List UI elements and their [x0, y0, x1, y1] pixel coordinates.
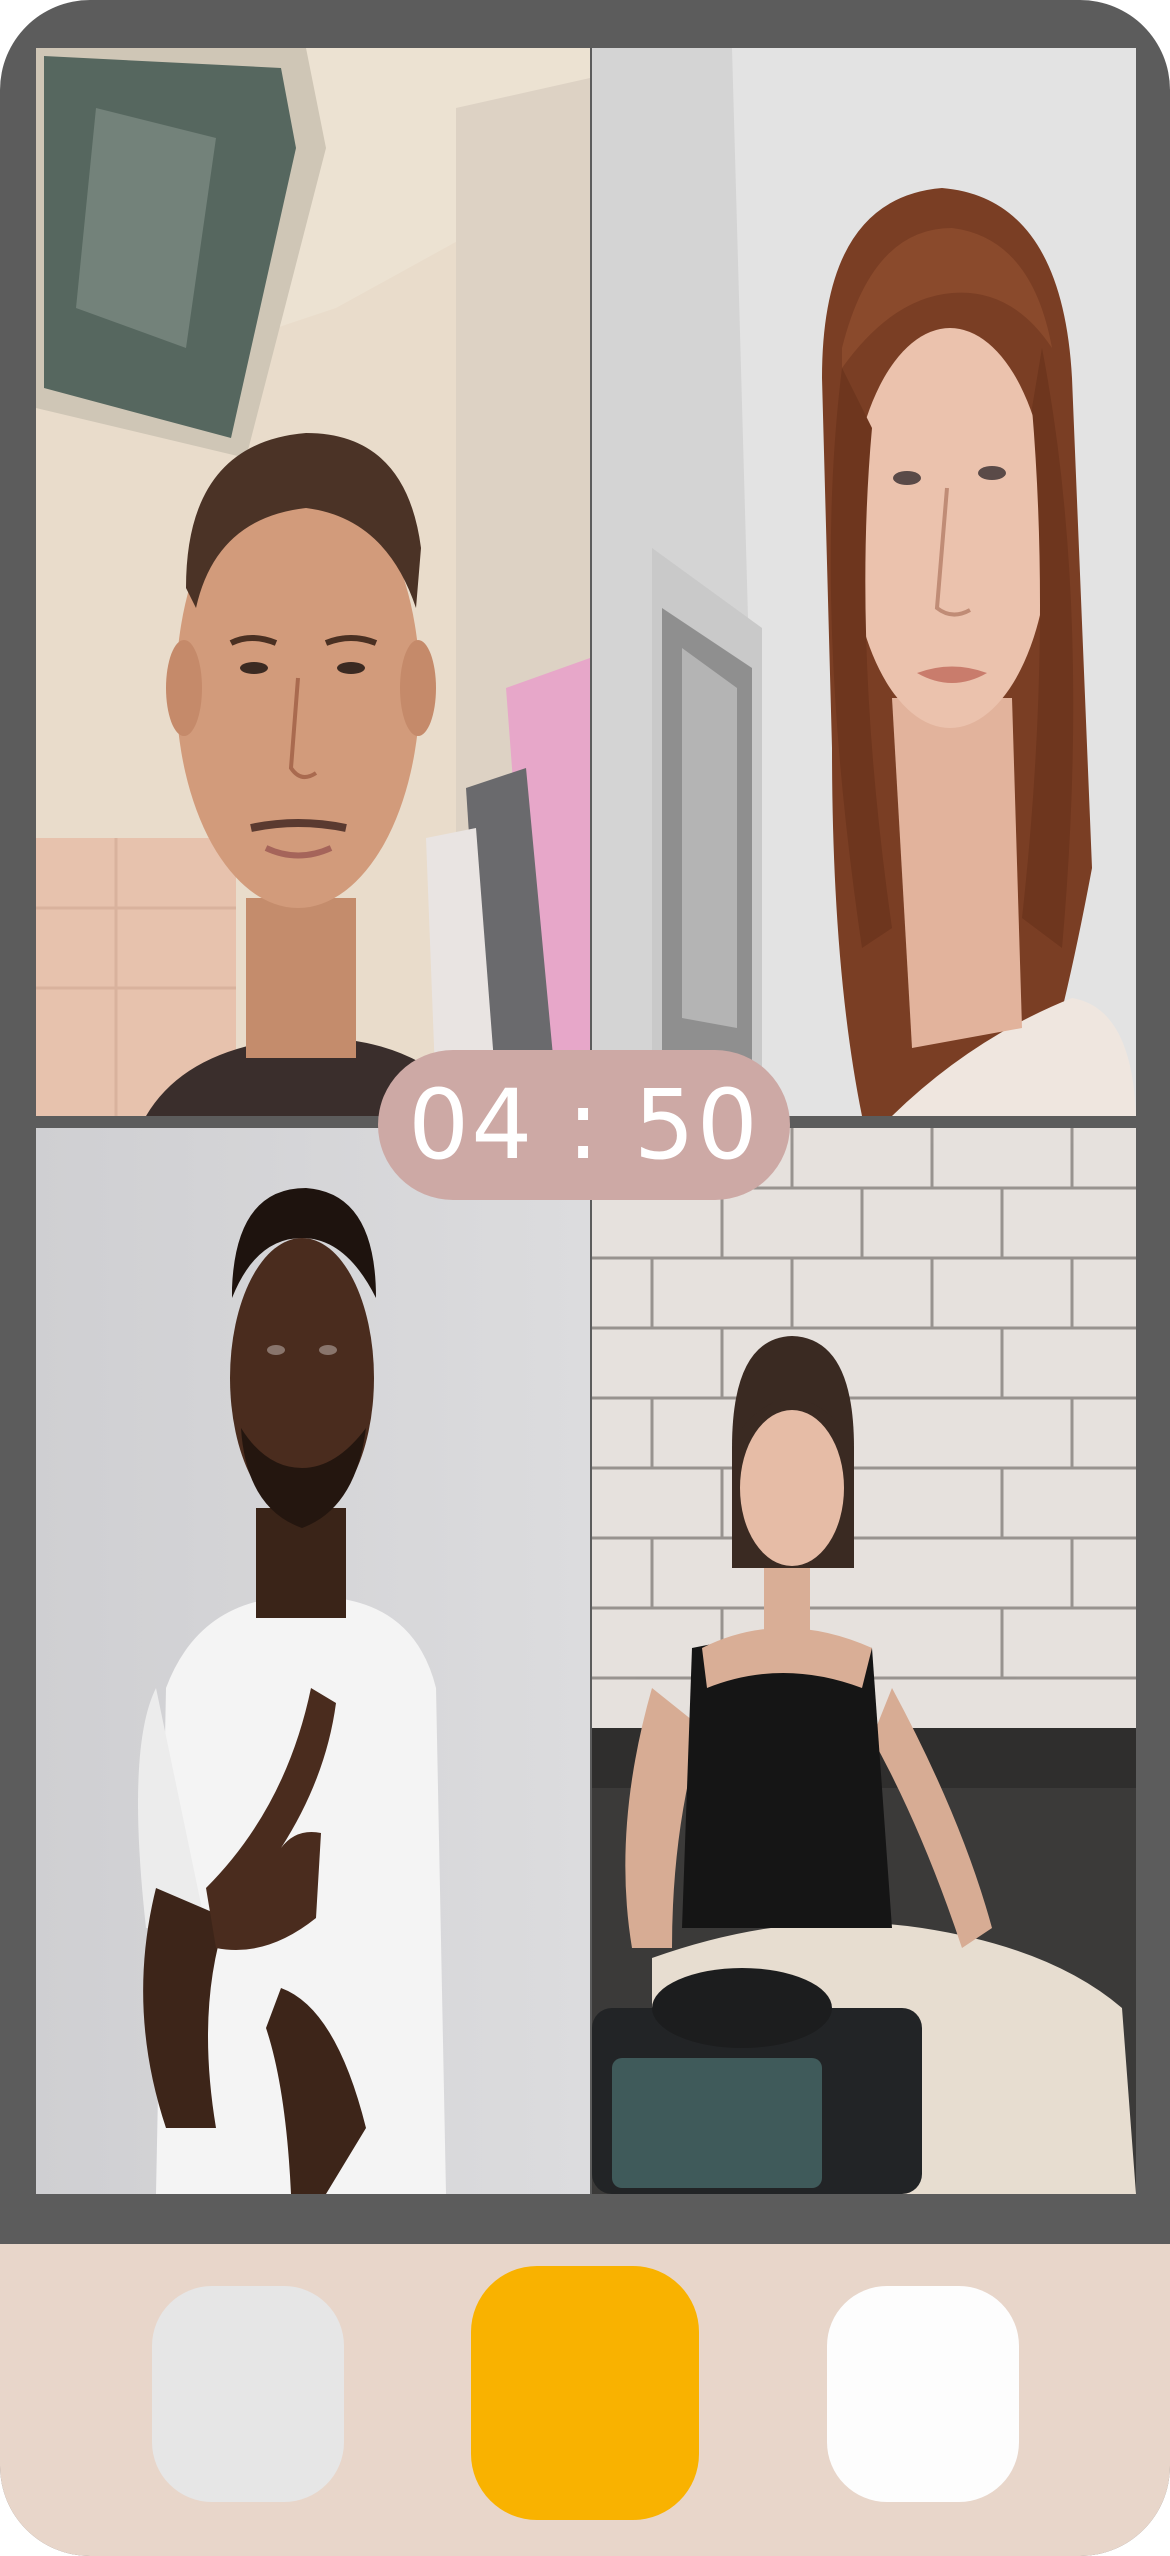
participant-video-tile-1[interactable]: [36, 48, 590, 1116]
participant-4-video: [592, 1128, 1136, 2194]
call-timer: 04 : 50: [378, 1050, 790, 1200]
call-controls-bar: [0, 2244, 1170, 2556]
video-call-screen: 04 : 50: [0, 0, 1170, 2556]
participant-video-tile-4[interactable]: [592, 1128, 1136, 2194]
left-control-button[interactable]: [152, 2286, 344, 2502]
participant-3-video: [36, 1128, 590, 2194]
participant-1-video: [36, 48, 590, 1116]
participant-video-tile-2[interactable]: [592, 48, 1136, 1116]
participant-2-video: [592, 48, 1136, 1116]
right-control-button[interactable]: [827, 2286, 1019, 2502]
center-control-button[interactable]: [471, 2266, 699, 2520]
participant-video-tile-3[interactable]: [36, 1128, 590, 2194]
